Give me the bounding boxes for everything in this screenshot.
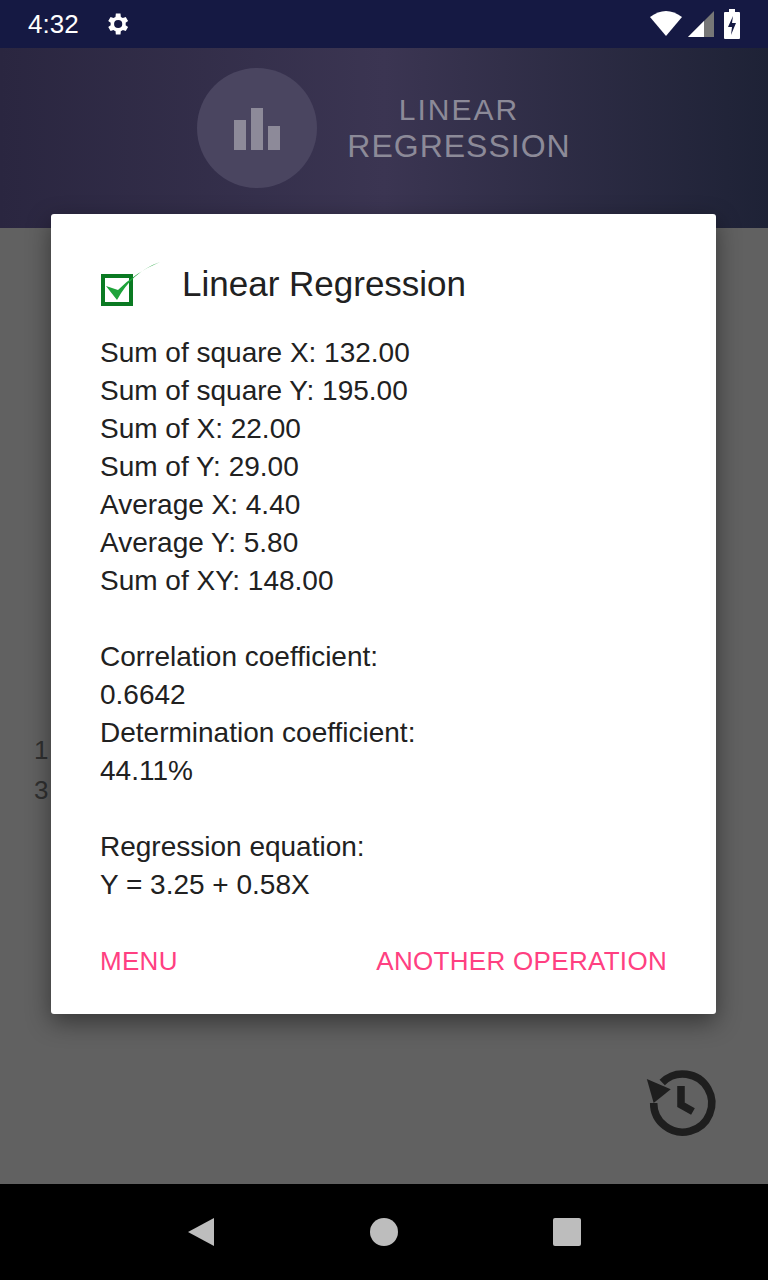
header-banner: LINEARREGRESSION — [0, 48, 768, 228]
dialog-title: Linear Regression — [182, 262, 466, 306]
logo-line: REGRESSION — [347, 128, 570, 164]
coefficient-label: Correlation coefficient: — [100, 638, 667, 676]
dialog-button[interactable]: ANOTHER OPERATION — [376, 942, 667, 980]
battery-icon — [724, 9, 740, 39]
stat-line: Sum of Y: 29.00 — [100, 448, 667, 486]
stat-line: Average Y: 5.80 — [100, 524, 667, 562]
result-dialog: Linear Regression Sum of square X: 132.00… — [51, 214, 716, 1014]
app-screen: 4:32LINEARREGRESSION13Linear RegressionS… — [0, 0, 768, 1280]
nav-bar — [0, 1184, 768, 1280]
gear-icon — [103, 10, 131, 38]
back-icon[interactable] — [186, 1216, 216, 1248]
equation-value: Y = 3.25 + 0.58X — [100, 866, 667, 904]
check-icon — [100, 258, 162, 310]
dialog-buttons: MENU ANOTHER OPERATION — [100, 942, 667, 980]
dialog-body: Sum of square X: 132.00Sum of square Y: … — [100, 334, 667, 904]
dialog-button[interactable]: MENU — [100, 942, 178, 980]
signal-icon — [688, 11, 714, 37]
dialog-title-row: Linear Regression — [100, 254, 667, 314]
coefficient: Determination coefficient:44.11% — [100, 714, 667, 790]
coefficient-label: Determination coefficient: — [100, 714, 667, 752]
home-icon[interactable] — [369, 1217, 399, 1247]
logo-text: LINEARREGRESSION — [347, 92, 570, 164]
recents-icon[interactable] — [552, 1217, 582, 1247]
stat-line: Sum of square X: 132.00 — [100, 334, 667, 372]
stat-line: Sum of square Y: 195.00 — [100, 372, 667, 410]
wifi-icon — [650, 11, 682, 37]
clock: 4:32 — [28, 11, 79, 37]
bar-chart-icon — [232, 106, 282, 150]
coefficient-value: 44.11% — [100, 752, 667, 790]
stat-line: Average X: 4.40 — [100, 486, 667, 524]
stat-line: Sum of XY: 148.00 — [100, 562, 667, 600]
stat-line: Sum of X: 22.00 — [100, 410, 667, 448]
logo-line: LINEAR — [399, 92, 519, 128]
status-bar: 4:32 — [0, 0, 768, 48]
history-icon[interactable] — [640, 1062, 722, 1144]
coefficient-value: 0.6642 — [100, 676, 667, 714]
equation-label: Regression equation: — [100, 828, 667, 866]
logo-circle — [197, 68, 317, 188]
coefficient: Correlation coefficient:0.6642 — [100, 638, 667, 714]
